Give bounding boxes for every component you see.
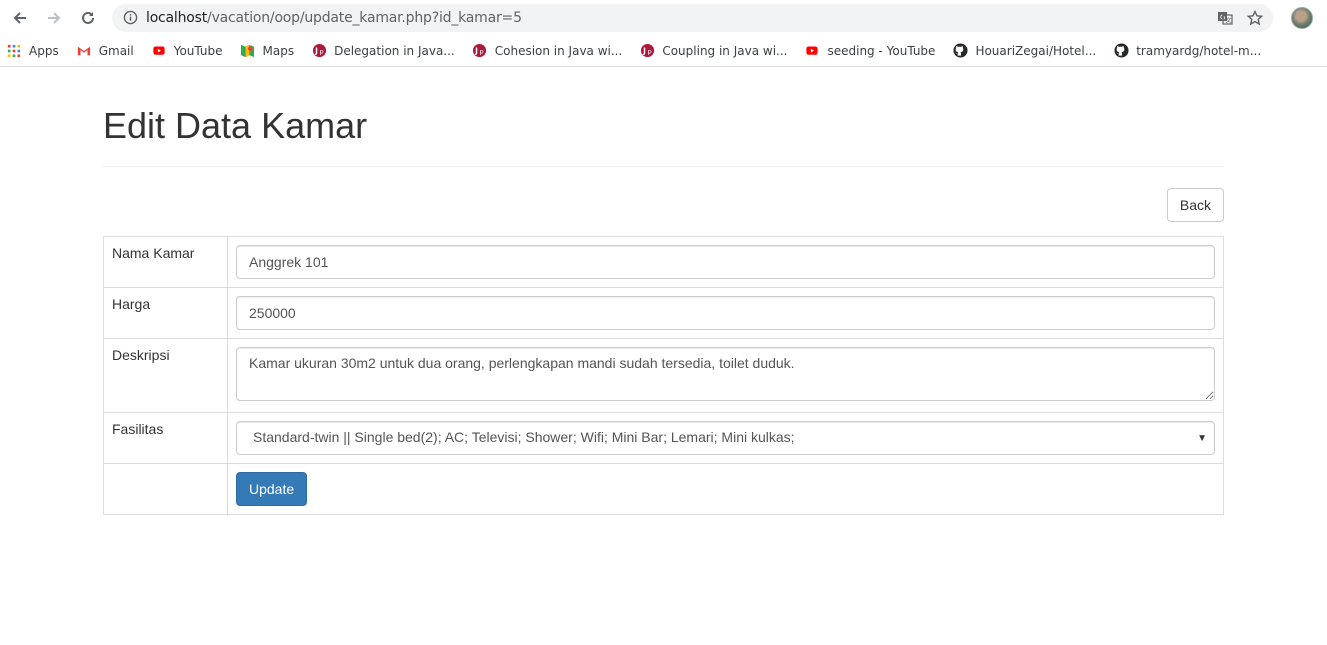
chevron-down-icon: ▼: [1197, 433, 1207, 444]
bookmarks-bar: Apps Gmail YouTube Maps Jp Delegation in…: [0, 35, 1327, 67]
bookmark-houarizegai-hotel[interactable]: HouariZegai/Hotel...: [952, 43, 1096, 59]
profile-avatar[interactable]: [1291, 6, 1313, 29]
github-icon: [952, 43, 968, 59]
bookmark-label: Cohesion in Java wi...: [494, 43, 623, 58]
bookmark-label: Maps: [262, 43, 295, 58]
svg-text:p: p: [319, 47, 323, 55]
svg-text:J: J: [474, 46, 478, 55]
bookmark-coupling-java[interactable]: Jp Coupling in Java wi...: [639, 43, 787, 59]
address-bar[interactable]: localhost/vacation/oop/update_kamar.php?…: [112, 3, 1273, 32]
bookmark-apps[interactable]: Apps: [6, 43, 59, 59]
edit-form-table: Nama Kamar Harga Deskripsi Kamar ukuran …: [103, 236, 1224, 515]
update-cell: Update: [227, 463, 1224, 515]
translate-icon[interactable]: G文: [1217, 10, 1233, 26]
fasilitas-select[interactable]: Standard-twin || Single bed(2); AC; Tele…: [236, 421, 1215, 455]
svg-text:J: J: [314, 46, 318, 55]
javatpoint-icon: Jp: [639, 43, 655, 59]
table-row: Update: [103, 463, 1224, 515]
bookmark-label: Apps: [29, 43, 59, 58]
back-arrow-icon[interactable]: [6, 4, 34, 32]
bookmark-label: seeding - YouTube: [827, 43, 936, 58]
nama-kamar-label: Nama Kamar: [103, 236, 228, 288]
bookmark-delegation-java[interactable]: Jp Delegation in Java...: [311, 43, 455, 59]
back-button[interactable]: Back: [1166, 188, 1224, 222]
table-row: Fasilitas Standard-twin || Single bed(2)…: [103, 412, 1224, 464]
apps-grid-icon: [6, 43, 22, 59]
fasilitas-selected-value[interactable]: Standard-twin || Single bed(2); AC; Tele…: [236, 421, 1215, 455]
page-title: Edit Data Kamar: [103, 105, 1224, 167]
svg-text:p: p: [480, 47, 484, 55]
fasilitas-label: Fasilitas: [103, 412, 228, 464]
bookmark-gmail[interactable]: Gmail: [76, 43, 134, 59]
deskripsi-cell: Kamar ukuran 30m2 untuk dua orang, perle…: [227, 338, 1224, 413]
bookmark-seeding-youtube[interactable]: seeding - YouTube: [804, 43, 935, 59]
browser-toolbar: localhost/vacation/oop/update_kamar.php?…: [0, 0, 1327, 35]
youtube-icon: [804, 43, 820, 59]
bookmark-youtube[interactable]: YouTube: [151, 43, 223, 59]
forward-arrow-icon[interactable]: [40, 4, 68, 32]
github-icon: [1113, 43, 1129, 59]
table-row: Deskripsi Kamar ukuran 30m2 untuk dua or…: [103, 338, 1224, 413]
bookmark-label: HouariZegai/Hotel...: [975, 43, 1097, 58]
bookmark-cohesion-java[interactable]: Jp Cohesion in Java wi...: [472, 43, 623, 59]
page-container: Edit Data Kamar Back Nama Kamar Harga De…: [0, 105, 1327, 515]
bookmark-label: Coupling in Java wi...: [662, 43, 788, 58]
info-icon[interactable]: [122, 10, 138, 26]
bookmark-label: tramyardg/hotel-m...: [1136, 43, 1262, 58]
harga-input[interactable]: [236, 296, 1215, 330]
empty-label-cell: [103, 463, 228, 515]
update-button[interactable]: Update: [236, 472, 308, 506]
harga-cell: [227, 287, 1224, 339]
table-row: Harga: [103, 287, 1224, 339]
actions-bar: Back: [103, 188, 1224, 222]
bookmark-tramyardg-hotel[interactable]: tramyardg/hotel-m...: [1113, 43, 1261, 59]
bookmark-label: Delegation in Java...: [334, 43, 455, 58]
fasilitas-cell: Standard-twin || Single bed(2); AC; Tele…: [227, 412, 1224, 464]
javatpoint-icon: Jp: [311, 43, 327, 59]
javatpoint-icon: Jp: [472, 43, 488, 59]
svg-text:p: p: [647, 47, 651, 55]
harga-label: Harga: [103, 287, 228, 339]
nama-kamar-cell: [227, 236, 1224, 288]
star-icon[interactable]: [1247, 9, 1263, 26]
svg-text:文: 文: [1226, 16, 1232, 24]
bookmark-label: YouTube: [173, 43, 223, 58]
url-text: localhost/vacation/oop/update_kamar.php?…: [146, 9, 522, 26]
deskripsi-textarea[interactable]: Kamar ukuran 30m2 untuk dua orang, perle…: [236, 347, 1215, 401]
svg-text:J: J: [642, 46, 646, 55]
youtube-icon: [151, 43, 167, 59]
bookmark-maps[interactable]: Maps: [240, 43, 295, 59]
table-row: Nama Kamar: [103, 236, 1224, 288]
gmail-icon: [76, 43, 92, 59]
bookmark-label: Gmail: [98, 43, 134, 58]
nama-kamar-input[interactable]: [236, 245, 1215, 279]
deskripsi-label: Deskripsi: [103, 338, 228, 413]
maps-icon: [240, 43, 256, 59]
reload-icon[interactable]: [74, 4, 102, 32]
